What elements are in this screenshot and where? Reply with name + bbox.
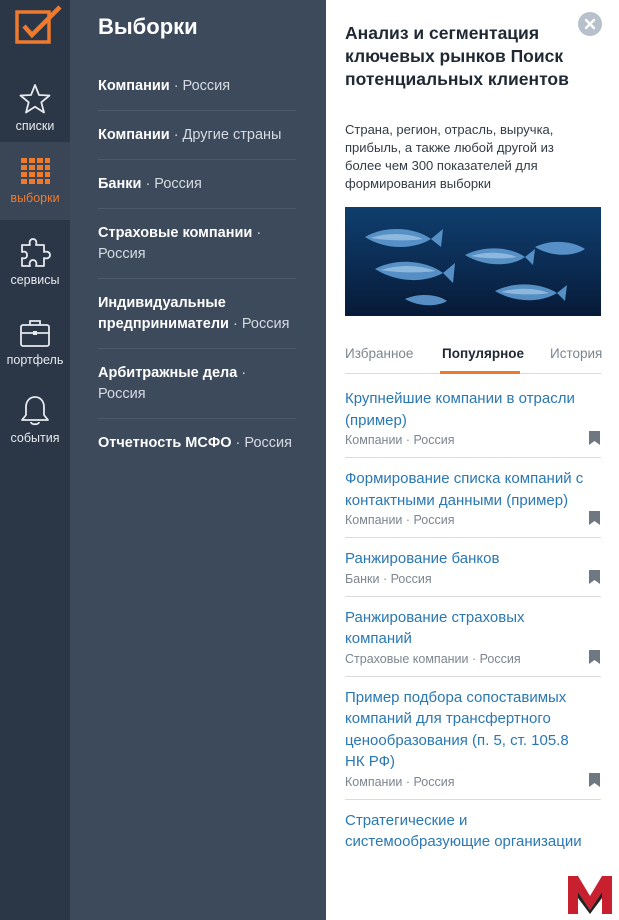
grid-icon	[21, 158, 50, 184]
selection-item[interactable]: Отчетность МСФО · Россия	[98, 419, 296, 467]
panel-title: Выборки	[98, 14, 198, 39]
active-tab-indicator	[440, 371, 520, 374]
rail-item-services[interactable]: сервисы	[0, 232, 70, 298]
tab-popular[interactable]: Популярное	[442, 346, 524, 361]
selection-item[interactable]: Страховые компании · Россия	[98, 209, 296, 279]
tab-history[interactable]: История	[550, 346, 602, 361]
puzzle-icon	[21, 238, 51, 267]
list-item: Ранжирование страховых компаний Страховы…	[345, 597, 601, 677]
list-item: Ранжирование банков Банки · Россия	[345, 538, 601, 597]
fish-image	[345, 207, 601, 316]
bookmark-icon[interactable]	[589, 649, 600, 664]
selection-item[interactable]: Компании · Россия	[98, 62, 296, 111]
result-meta: Компании · Россия	[345, 433, 455, 447]
selections-panel: Выборки Компании · Россия Компании · Дру…	[70, 0, 326, 920]
detail-title: Анализ и сегментация ключевых рынков Пои…	[345, 23, 569, 89]
bookmark-icon[interactable]	[589, 431, 600, 445]
selection-item[interactable]: Арбитражные дела · Россия	[98, 349, 296, 419]
result-link[interactable]: Формирование списка компаний с контактны…	[345, 468, 601, 511]
selection-item[interactable]: Банки · Россия	[98, 160, 296, 209]
results-list: Крупнейшие компании в отрасли (пример) К…	[345, 378, 601, 863]
rail-item-lists[interactable]: списки	[0, 78, 70, 144]
result-meta: Банки · Россия	[345, 571, 432, 586]
brand-logo-icon	[568, 876, 612, 914]
bookmark-icon[interactable]	[589, 772, 600, 787]
detail-panel: Анализ и сегментация ключевых рынков Пои…	[326, 0, 619, 920]
list-item: Пример подбора сопоставимых компаний для…	[345, 677, 601, 800]
bookmark-icon[interactable]	[589, 511, 600, 525]
selection-item[interactable]: Компании · Другие страны	[98, 111, 296, 160]
rail-item-label: портфель	[6, 353, 64, 367]
logo-icon[interactable]	[14, 4, 64, 46]
star-icon	[19, 84, 51, 114]
rail-item-label: события	[10, 431, 60, 445]
bell-icon	[21, 396, 49, 426]
rail-item-label: списки	[15, 119, 55, 133]
rail-item-portfolio[interactable]: портфель	[0, 312, 70, 378]
result-meta: Страховые компании · Россия	[345, 651, 521, 666]
selection-item[interactable]: Индивидуальные предприниматели · Россия	[98, 279, 296, 349]
result-link[interactable]: Крупнейшие компании в отрасли (пример)	[345, 388, 601, 431]
list-item: Формирование списка компаний с контактны…	[345, 458, 601, 538]
icon-rail: списки выборки сервисы портфель события	[0, 0, 70, 920]
result-link[interactable]: Пример подбора сопоставимых компаний для…	[345, 687, 601, 773]
detail-tabs: Избранное Популярное История	[345, 338, 602, 374]
rail-item-events[interactable]: события	[0, 390, 70, 456]
bookmark-icon[interactable]	[589, 569, 600, 584]
tab-favorites[interactable]: Избранное	[345, 346, 413, 361]
result-link[interactable]: Ранжирование банков	[345, 548, 601, 570]
result-meta: Компании · Россия	[345, 774, 455, 789]
rail-item-label: выборки	[10, 191, 60, 205]
rail-item-label: сервисы	[10, 273, 60, 287]
selections-list: Компании · Россия Компании · Другие стра…	[98, 62, 296, 467]
rail-item-selections[interactable]: выборки	[0, 142, 70, 220]
briefcase-icon	[20, 320, 50, 347]
list-item: Крупнейшие компании в отрасли (пример) К…	[345, 378, 601, 458]
list-item: Стратегические и системообразующие орган…	[345, 800, 601, 863]
result-link[interactable]: Ранжирование страховых компаний	[345, 607, 601, 650]
result-meta: Компании · Россия	[345, 513, 455, 527]
result-link[interactable]: Стратегические и системообразующие орган…	[345, 810, 601, 853]
detail-description: Страна, регион, отрасль, выручка, прибыл…	[345, 122, 554, 191]
